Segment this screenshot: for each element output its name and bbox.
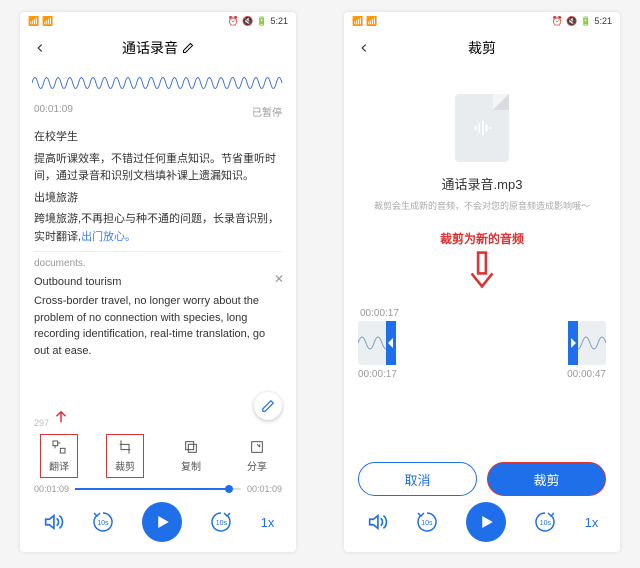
forward-10s-button[interactable]: 10s (533, 510, 557, 534)
link-text[interactable]: 出门放心。 (81, 231, 136, 243)
file-area: 通话录音.mp3 裁剪会生成新的音频，不会对您的原音频造成影响哦～ 裁剪为新的音… (344, 66, 620, 450)
progress-bar[interactable]: 00:01:09 00:01:09 (20, 482, 296, 496)
alarm-icon: ⏰ (228, 16, 239, 27)
crop-button[interactable]: 裁剪 (106, 434, 144, 478)
copy-button[interactable]: 复制 (172, 434, 210, 478)
mute-icon: 🔇 (566, 16, 577, 27)
annotation-text: 裁剪为新的音频 (440, 230, 524, 247)
edit-fab[interactable] (254, 392, 282, 420)
alarm-icon: ⏰ (552, 16, 563, 27)
rewind-10s-button[interactable]: 10s (415, 510, 439, 534)
translate-button[interactable]: 翻译 (40, 434, 78, 478)
waveform-banner (32, 70, 284, 96)
signal-icon-2: 📶 (42, 16, 53, 27)
edit-icon[interactable] (182, 42, 194, 54)
confirm-crop-button[interactable]: 裁剪 (487, 462, 606, 496)
info-row: 00:01:09 已暂停 (20, 100, 296, 123)
speed-button[interactable]: 1x (261, 515, 275, 530)
transcript: 在校学生 提高听课效率，不错过任何重点知识。节省重听时间，通过录音和识别文档填补… (20, 123, 296, 404)
back-button[interactable] (30, 38, 50, 58)
play-button[interactable] (466, 502, 506, 542)
action-bar: 翻译 裁剪 复制 分享 (20, 428, 296, 482)
translation-block: ✕ Outbound tourism Cross-border travel, … (34, 272, 282, 360)
player-controls: 10s 10s 1x (344, 496, 620, 552)
audio-file-icon (455, 94, 509, 162)
back-button[interactable] (354, 38, 374, 58)
speed-button[interactable]: 1x (585, 515, 599, 530)
share-button[interactable]: 分享 (238, 434, 276, 478)
status-time: 5:21 (270, 16, 288, 26)
header: 通话录音 (20, 30, 296, 66)
crop-waveform[interactable] (358, 321, 606, 365)
rewind-10s-button[interactable]: 10s (91, 510, 115, 534)
signal-icon-1: 📶 (28, 16, 39, 27)
arrow-down-icon (466, 249, 497, 296)
player-controls: 10s 10s 1x (20, 496, 296, 552)
forward-10s-button[interactable]: 10s (209, 510, 233, 534)
volume-button[interactable] (366, 511, 388, 533)
button-row: 取消 裁剪 (344, 450, 620, 496)
close-icon[interactable]: ✕ (274, 270, 284, 289)
right-screen: 📶 📶 ⏰ 🔇 🔋 5:21 裁剪 通话录音.mp3 裁剪会生成新的音频，不会对… (344, 12, 620, 552)
header: 裁剪 (344, 30, 620, 66)
volume-button[interactable] (42, 511, 64, 533)
left-screen: 📶 📶 ⏰ 🔇 🔋 5:21 通话录音 00:01:09 已暂停 在校学生 提高… (20, 12, 296, 552)
page-title: 裁剪 (468, 38, 496, 58)
crop-range: 00:00:17 00:00:47 (358, 369, 606, 380)
signal-icon-1: 📶 (352, 16, 363, 27)
page-title: 通话录音 (122, 38, 194, 58)
play-button[interactable] (142, 502, 182, 542)
play-state: 已暂停 (252, 104, 282, 119)
selection-time: 00:00:17 (358, 308, 401, 319)
elapsed-time: 00:01:09 (34, 104, 73, 119)
status-bar: 📶 📶 ⏰ 🔇 🔋 5:21 (344, 12, 620, 30)
battery-icon: 🔋 (580, 16, 591, 27)
status-time: 5:21 (594, 16, 612, 26)
status-bar: 📶 📶 ⏰ 🔇 🔋 5:21 (20, 12, 296, 30)
crop-selection[interactable] (386, 321, 578, 365)
battery-icon: 🔋 (256, 16, 267, 27)
file-name: 通话录音.mp3 (442, 174, 523, 193)
cancel-button[interactable]: 取消 (358, 462, 477, 496)
signal-icon-2: 📶 (366, 16, 377, 27)
arrow-up-icon (52, 418, 70, 428)
file-note: 裁剪会生成新的音频，不会对您的原音频造成影响哦～ (374, 199, 590, 212)
mute-icon: 🔇 (242, 16, 253, 27)
